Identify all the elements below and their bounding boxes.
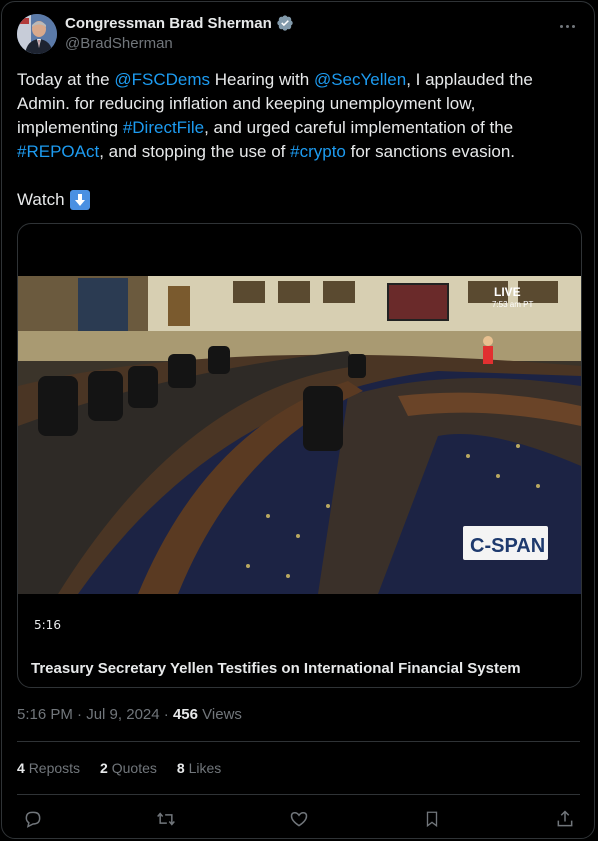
text-segment: , and urged careful implementation of th… — [204, 118, 514, 137]
quotes-label: Quotes — [111, 760, 157, 776]
views-label: Views — [202, 706, 242, 723]
hashtag-crypto[interactable]: #crypto — [290, 142, 346, 161]
live-time: 7:53 am PT — [492, 300, 533, 309]
hashtag-directfile[interactable]: #DirectFile — [123, 118, 204, 137]
author-handle[interactable]: @BradSherman — [65, 35, 173, 52]
author-name-row: Congressman Brad Sherman — [65, 14, 294, 32]
text-segment: , and stopping the use of — [99, 142, 291, 161]
repost-icon[interactable] — [155, 808, 177, 830]
reposts-label: Reposts — [28, 760, 81, 776]
avatar[interactable] — [17, 14, 57, 54]
divider — [17, 794, 580, 795]
share-icon[interactable] — [554, 808, 576, 830]
video-duration: 5:16 — [34, 618, 61, 632]
hashtag-repoact[interactable]: #REPOAct — [17, 142, 99, 161]
tweet-date[interactable]: Jul 9, 2024 — [86, 706, 159, 723]
text-segment: Today at the — [17, 70, 115, 89]
likes-count: 8 — [176, 760, 185, 776]
tweet-card: Congressman Brad Sherman @BradSherman To… — [1, 1, 595, 839]
mention-fscdems[interactable]: @FSCDems — [114, 70, 210, 89]
action-bar — [22, 808, 576, 830]
quotes-stat[interactable]: 2 Quotes — [100, 760, 157, 776]
like-icon[interactable] — [288, 808, 310, 830]
tweet-time[interactable]: 5:16 PM — [17, 706, 73, 723]
watch-label: Watch — [17, 190, 65, 209]
reposts-count: 4 — [17, 760, 25, 776]
display-name[interactable]: Congressman Brad Sherman — [65, 15, 272, 32]
tweet-header: Congressman Brad Sherman @BradSherman — [17, 13, 584, 55]
reposts-stat[interactable]: 4 Reposts — [17, 760, 80, 776]
meta-separator: · — [77, 706, 83, 723]
video-title[interactable]: Treasury Secretary Yellen Testifies on I… — [31, 660, 521, 677]
likes-label: Likes — [188, 760, 222, 776]
meta-separator: · — [163, 706, 169, 723]
network-logo: C-SPAN — [470, 535, 545, 557]
video-player[interactable]: C-SPAN LIVE 7:53 am PT — [18, 276, 581, 594]
reply-icon[interactable] — [22, 808, 44, 830]
more-icon[interactable] — [556, 15, 578, 37]
bookmark-icon[interactable] — [421, 808, 443, 830]
tweet-meta: 5:16 PM · Jul 9, 2024 · 456 Views — [17, 706, 242, 723]
quotes-count: 2 — [100, 760, 108, 776]
tweet-text: Today at the @FSCDems Hearing with @SecY… — [17, 68, 577, 212]
mention-secyellen[interactable]: @SecYellen — [314, 70, 406, 89]
verified-badge-icon — [276, 14, 294, 32]
views-count: 456 — [172, 706, 198, 723]
tweet-body: Today at the @FSCDems Hearing with @SecY… — [17, 68, 577, 164]
divider — [17, 741, 580, 742]
video-frame: C-SPAN LIVE 7:53 am PT — [18, 276, 581, 594]
text-segment: for sanctions evasion. — [345, 142, 516, 161]
watch-line: Watch — [17, 188, 577, 212]
likes-stat[interactable]: 8 Likes — [177, 760, 221, 776]
text-segment: Hearing with — [210, 70, 314, 89]
engagement-stats: 4 Reposts 2 Quotes 8 Likes — [17, 760, 221, 776]
live-label: LIVE — [494, 285, 521, 299]
video-card[interactable]: C-SPAN LIVE 7:53 am PT 5:16 Treasury Sec… — [17, 223, 582, 688]
arrow-down-emoji-icon — [69, 190, 90, 210]
